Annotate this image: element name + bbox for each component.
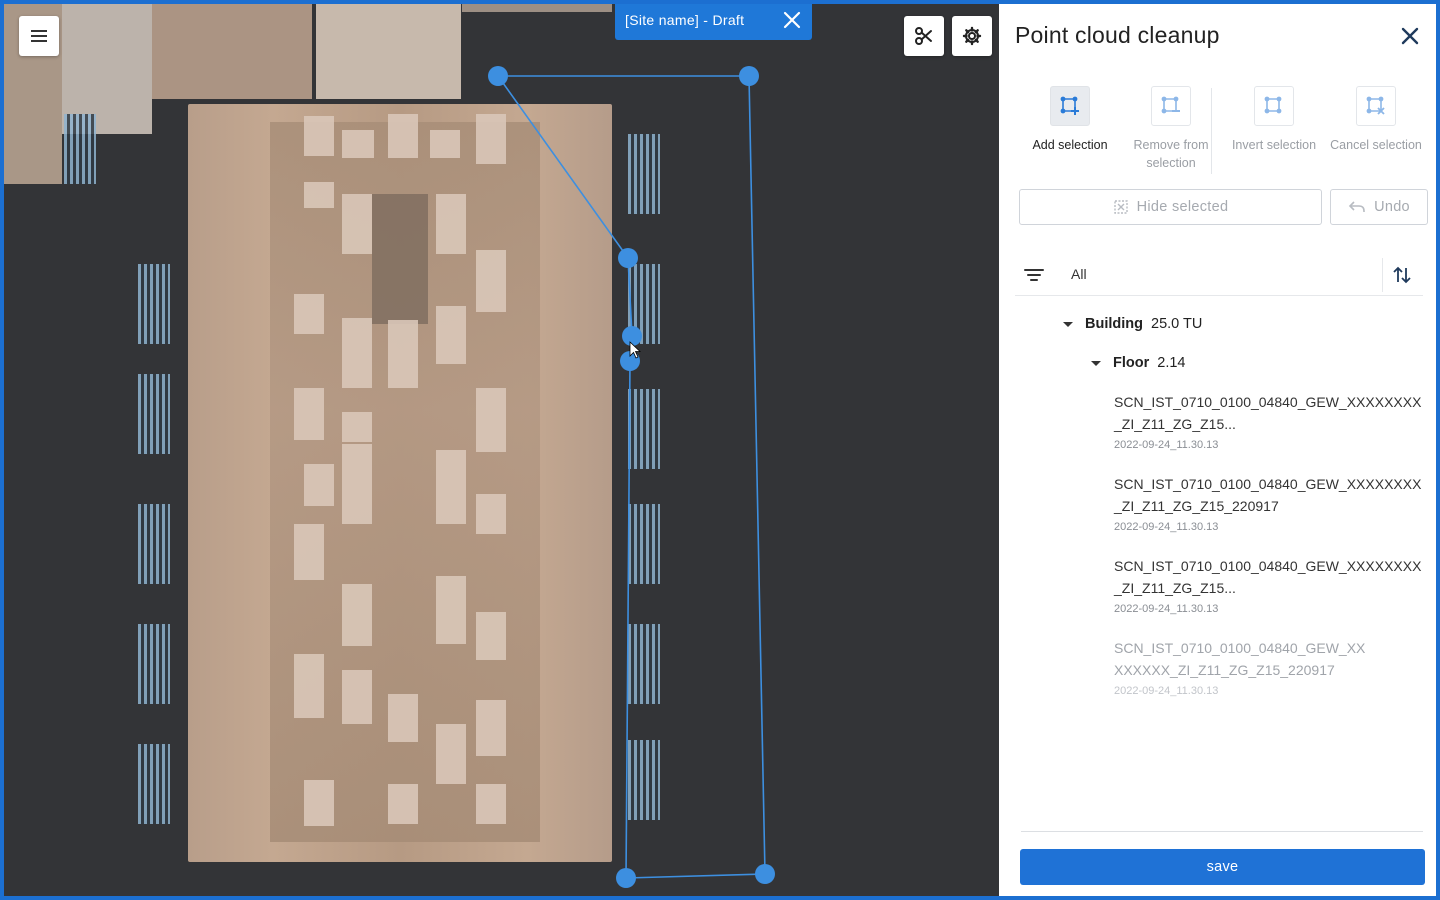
polygon-remove-icon [1151,86,1191,126]
polygon-vertex[interactable] [622,326,642,346]
undo-button[interactable]: Undo [1330,189,1428,225]
polygon-cancel-icon [1356,86,1396,126]
app-frame: [Site name] - Draft Point cloud cleanup [4,4,1436,896]
hide-selected-label: Hide selected [1136,199,1229,215]
selection-polygon[interactable] [4,4,999,896]
scan-item[interactable]: SCN_IST_0710_0100_04840_GEW_XXXXXXXX_ZI_… [1114,637,1370,697]
undo-icon [1348,201,1365,212]
gear-icon [962,26,982,46]
filter-label[interactable]: All [1071,266,1087,282]
polygon-vertex[interactable] [755,864,775,884]
hide-selection-icon [1113,200,1128,214]
polygon-vertex[interactable] [618,248,638,268]
tool-divider [1211,88,1212,174]
close-icon[interactable] [1398,24,1422,48]
scan-item[interactable]: SCN_IST_0710_0100_04840_GEW_XXXXXXXX_ZI_… [1114,473,1424,533]
scan-date: 2022-09-24_11.30.13 [1114,521,1219,533]
scan-name: SCN_IST_0710_0100_04840_GEW_XXXXXXXX_ZI_… [1114,558,1422,596]
tool-label: Invert selection [1231,138,1317,152]
scissors-icon [915,27,932,45]
polygon-vertex[interactable] [616,868,636,888]
site-name-chip: [Site name] - Draft [615,4,812,40]
caret-down-icon[interactable] [1063,321,1073,327]
panel-title: Point cloud cleanup [1015,22,1220,48]
footer-divider [1021,831,1423,832]
scan-name: SCN_IST_0710_0100_04840_GEW_XXXXXXXX_ZI_… [1114,394,1422,432]
hide-selected-button[interactable]: Hide selected [1019,189,1322,225]
remove-from-selection-tool[interactable]: Remove from selection [1119,86,1223,172]
polygon-vertex[interactable] [488,66,508,86]
tree-node-floor[interactable]: Floor 2.14 [1091,355,1185,371]
polygon-invert-icon [1254,86,1294,126]
undo-label: Undo [1374,199,1410,215]
scan-date: 2022-09-24_11.30.13 [1114,685,1219,697]
save-button[interactable]: save [1020,849,1425,885]
polygon-vertex[interactable] [739,66,759,86]
filter-row: All [1015,254,1423,296]
scan-name: SCN_IST_0710_0100_04840_GEW_XXXXXXXX_ZI_… [1114,640,1366,678]
tree-node-building[interactable]: Building 25.0 TU [1063,316,1202,332]
floor-label: Floor [1113,355,1150,371]
point-cloud-viewport[interactable]: [Site name] - Draft [4,4,999,896]
tool-label: Remove from selection [1133,138,1209,170]
floor-value: 2.14 [1157,355,1186,371]
cancel-selection-tool[interactable]: Cancel selection [1324,86,1428,154]
add-selection-tool[interactable]: Add selection [1018,86,1122,154]
tool-label: Add selection [1032,138,1108,152]
polygon-add-icon [1050,86,1090,126]
scan-item[interactable]: SCN_IST_0710_0100_04840_GEW_XXXXXXXX_ZI_… [1114,555,1424,615]
caret-down-icon[interactable] [1091,360,1101,366]
invert-selection-tool[interactable]: Invert selection [1222,86,1326,154]
sort-icon[interactable] [1391,264,1413,286]
building-label: Building [1085,316,1143,332]
scan-item[interactable]: SCN_IST_0710_0100_04840_GEW_XXXXXXXX_ZI_… [1114,391,1424,451]
scan-date: 2022-09-24_11.30.13 [1114,439,1219,451]
tool-label: Cancel selection [1330,138,1422,152]
hamburger-menu-icon [31,30,47,42]
menu-button[interactable] [19,16,59,56]
point-cloud-cleanup-panel: Point cloud cleanup Add selection Remove… [999,4,1436,896]
scan-date: 2022-09-24_11.30.13 [1114,603,1219,615]
filter-icon[interactable] [1023,264,1045,286]
selection-polygon-outline [497,75,766,879]
site-name-label: [Site name] - Draft [625,12,745,28]
close-icon[interactable] [782,10,802,30]
scan-name: SCN_IST_0710_0100_04840_GEW_XXXXXXXX_ZI_… [1114,476,1422,514]
building-value: 25.0 TU [1151,316,1203,332]
cut-tool-button[interactable] [904,16,944,56]
settings-button[interactable] [952,16,992,56]
sort-divider [1382,258,1383,292]
